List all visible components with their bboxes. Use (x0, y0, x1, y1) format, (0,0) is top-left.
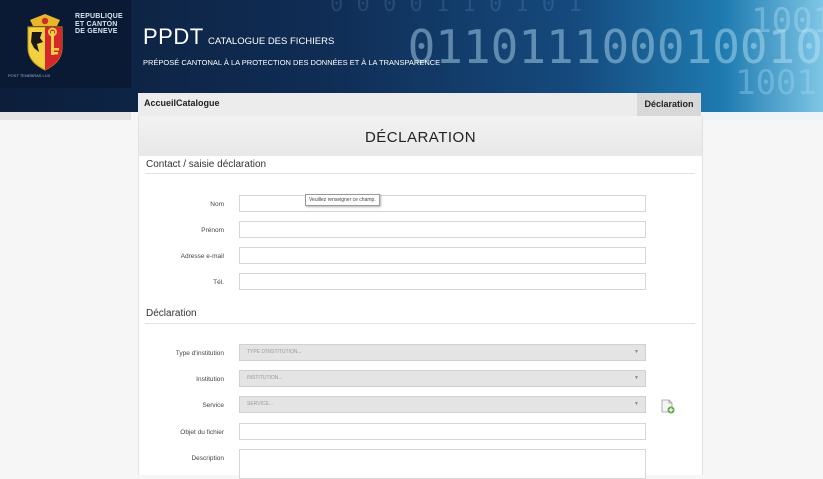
nom-input[interactable] (239, 195, 646, 212)
page-title: DÉCLARATION (364, 129, 477, 146)
section-title-declaration: Déclaration (146, 308, 197, 319)
nom-label: Nom (210, 201, 224, 208)
logo-motto: POST TENEBRAS LUX (8, 73, 51, 78)
site-tagline: PRÉPOSÉ CANTONAL À LA PROTECTION DES DON… (143, 58, 441, 67)
site-subtitle: CATALOGUE DES FICHIERS (208, 36, 335, 47)
validation-tooltip: Veuillez renseigner ce champ. (305, 194, 380, 206)
email-label: Adresse e-mail (180, 253, 224, 260)
banner-shadow-right (701, 112, 823, 120)
email-input[interactable] (239, 247, 646, 264)
chevron-down-icon: ▼ (634, 401, 639, 407)
phone-input[interactable] (239, 273, 646, 290)
service-select[interactable]: SERVICE... ▼ (239, 396, 646, 413)
institution-type-label: Type d'institution (175, 350, 224, 357)
banner-digits: 0 0 0 0 1 1 0 1 0 1 (330, 0, 582, 17)
site-title: PPDT (143, 24, 204, 49)
main-nav: Accueil Catalogue Déclaration (138, 93, 701, 117)
banner-digits: 1001 (735, 63, 817, 103)
file-object-input[interactable] (239, 423, 646, 440)
service-placeholder: SERVICE... (247, 401, 274, 407)
section-divider (145, 173, 695, 174)
add-document-icon[interactable] (661, 399, 675, 419)
section-title-contact: Contact / saisie déclaration (146, 159, 267, 170)
service-label: Service (202, 402, 224, 409)
prenom-label: Prénom (201, 227, 224, 234)
phone-label: Tél. (213, 279, 224, 286)
institution-type-placeholder: TYPE D'INSTITUTION... (247, 349, 302, 355)
institution-placeholder: INSTITUTION... (247, 375, 283, 381)
declaration-form-panel: DÉCLARATION Contact / saisie déclaration… (138, 116, 703, 479)
chevron-down-icon: ▼ (634, 375, 639, 381)
logo-text: REPUBLIQUE ET CANTON DE GENEVE (75, 13, 123, 35)
section-divider (145, 323, 695, 324)
banner-shadow-left (0, 112, 131, 120)
page-heading-band: DÉCLARATION (139, 116, 702, 156)
description-label: Description (191, 455, 224, 462)
nav-item-accueil[interactable]: Accueil (144, 98, 176, 108)
chevron-down-icon: ▼ (634, 349, 639, 355)
nav-item-catalogue[interactable]: Catalogue (176, 98, 220, 108)
coat-of-arms-icon (27, 14, 63, 71)
file-object-label: Objet du fichier (180, 429, 224, 436)
geneva-logo[interactable]: REPUBLIQUE ET CANTON DE GENEVE POST TENE… (0, 0, 131, 88)
institution-select[interactable]: INSTITUTION... ▼ (239, 370, 646, 387)
institution-type-select[interactable]: TYPE D'INSTITUTION... ▼ (239, 344, 646, 361)
nav-item-declaration[interactable]: Déclaration (637, 93, 701, 116)
prenom-input[interactable] (239, 221, 646, 238)
institution-label: Institution (196, 376, 224, 383)
